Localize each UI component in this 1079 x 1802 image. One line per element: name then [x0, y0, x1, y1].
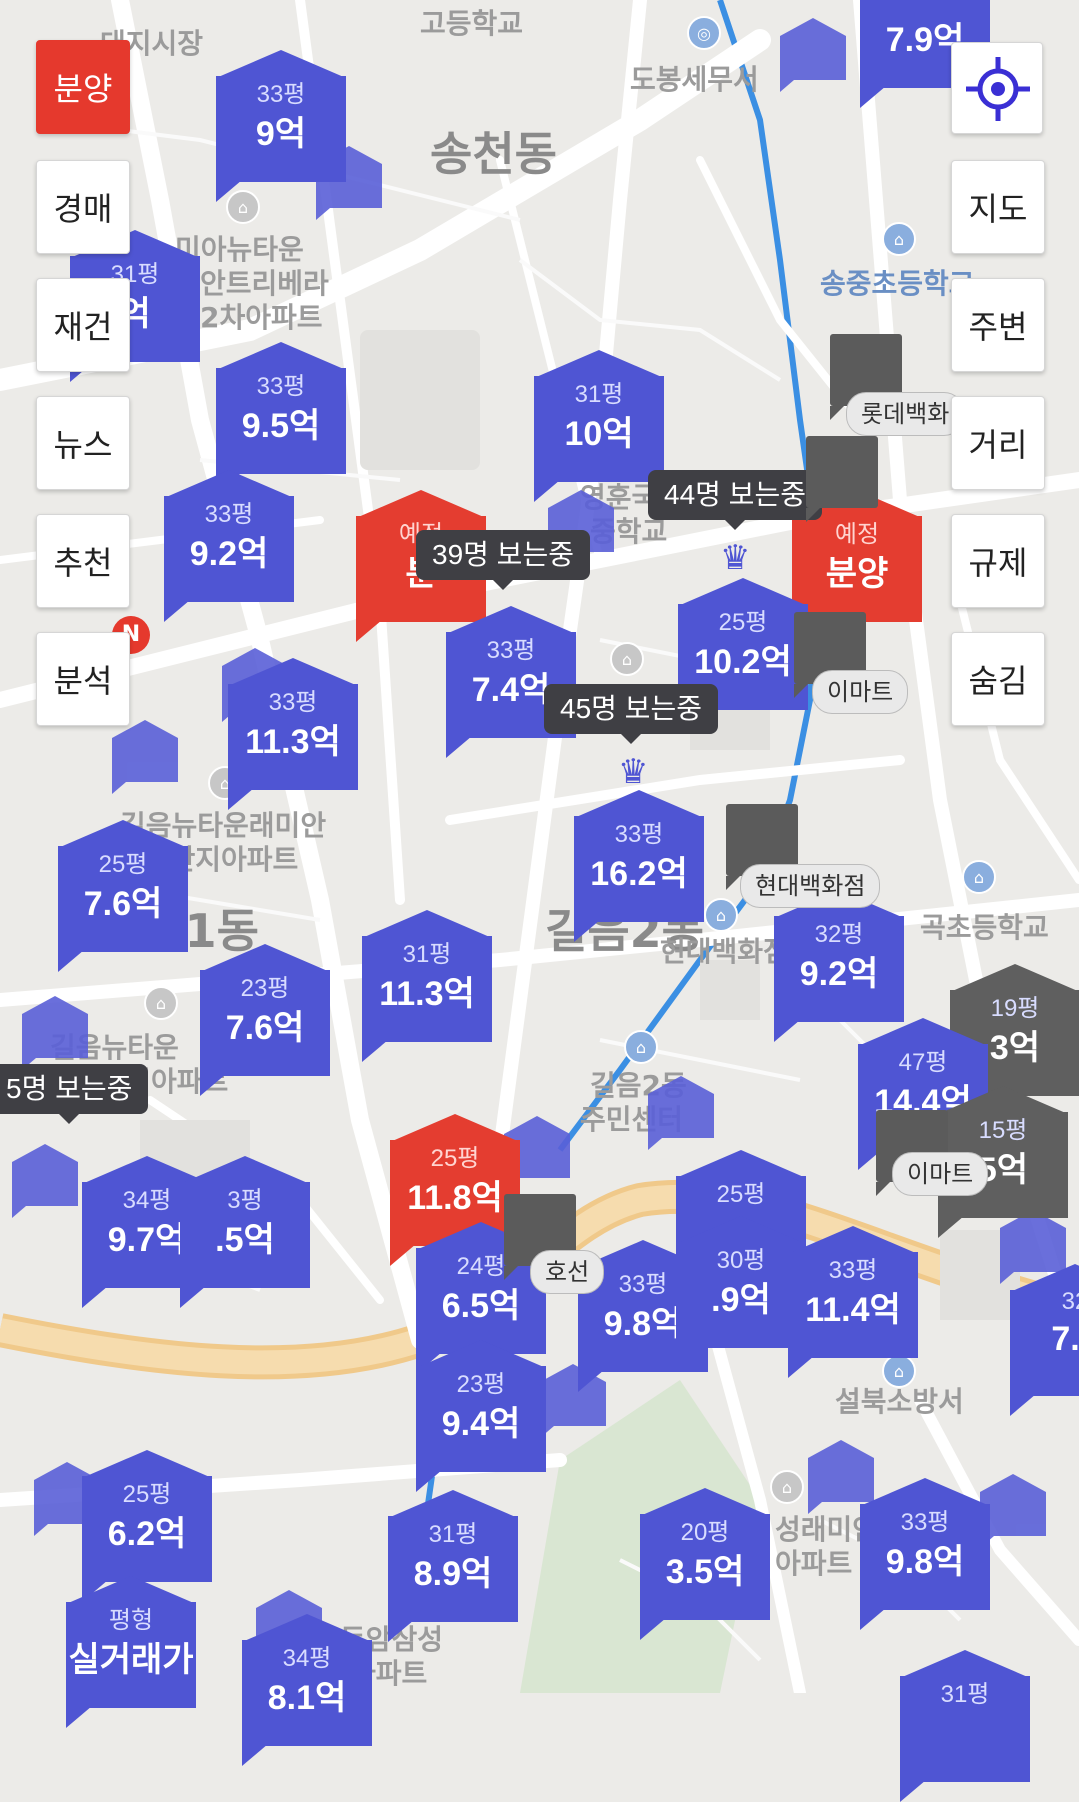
place-label: 아파트: [775, 1547, 853, 1580]
price-marker[interactable]: 31평: [900, 1650, 1030, 1802]
price-marker[interactable]: 327.3: [1010, 1264, 1079, 1416]
viewers-bubble: 44명 보는중: [648, 470, 822, 530]
government-poi-icon: ⌂: [624, 1030, 658, 1064]
menu-auction[interactable]: 경매: [36, 160, 130, 254]
menu-analysis[interactable]: 분석: [36, 632, 130, 726]
apartment-poi-icon: ⌂: [144, 986, 178, 1020]
my-location-button[interactable]: [951, 42, 1043, 134]
viewers-bubble: 39명 보는중: [416, 530, 590, 590]
price-marker[interactable]: 30평 .9억: [676, 1216, 806, 1368]
place-label: 2차아파트: [200, 301, 323, 334]
price-marker[interactable]: 33평 9.8억: [860, 1478, 990, 1630]
price-marker[interactable]: 33평 9.2억: [164, 470, 294, 622]
tax-office-poi-icon: ◎: [687, 16, 721, 50]
subway-icon[interactable]: [806, 436, 878, 522]
price-marker[interactable]: 23평 9.4억: [416, 1340, 546, 1492]
price-marker[interactable]: 3평 .5억: [180, 1156, 310, 1308]
price-marker[interactable]: 34평 8.1억: [242, 1614, 372, 1766]
price-marker[interactable]: 33평 16.2억: [574, 790, 704, 942]
place-label: 도봉세무서: [630, 63, 759, 96]
menu-map-type[interactable]: 지도: [951, 160, 1045, 254]
menu-news[interactable]: 뉴스: [36, 396, 130, 490]
viewers-bubble: 45명 보는중: [544, 684, 718, 744]
crown-icon: ♛: [720, 538, 751, 578]
legend-marker: 평형 실거래가: [66, 1576, 196, 1728]
price-marker[interactable]: 20평 3.5억: [640, 1488, 770, 1640]
school-poi-icon: ⌂: [962, 860, 996, 894]
price-marker[interactable]: 25평 7.6억: [58, 820, 188, 972]
cluster-marker[interactable]: [112, 720, 178, 794]
store-label[interactable]: 이마트: [812, 670, 909, 714]
price-marker[interactable]: 33평 11.3억: [228, 658, 358, 810]
menu-hide[interactable]: 숨김: [951, 632, 1045, 726]
apartment-poi-icon: ⌂: [770, 1470, 804, 1504]
viewers-bubble: 5명 보는중: [0, 1064, 149, 1124]
department-store-poi-icon: ⌂: [704, 898, 738, 932]
menu-presale[interactable]: 분양: [36, 40, 130, 134]
crown-icon: ♛: [618, 752, 649, 792]
menu-nearby[interactable]: 주변: [951, 278, 1045, 372]
cluster-marker[interactable]: [648, 1076, 714, 1150]
price-marker[interactable]: 33평 11.4억: [788, 1226, 918, 1378]
menu-reconstruction[interactable]: 재건: [36, 278, 130, 372]
district-label-songcheon: 송천동: [430, 127, 557, 181]
menu-distance[interactable]: 거리: [951, 396, 1045, 490]
place-label: 곡초등학교: [920, 911, 1049, 944]
apartment-poi-icon: ⌂: [610, 642, 644, 676]
cluster-marker[interactable]: [22, 996, 88, 1070]
place-label: 고등학교: [420, 7, 524, 40]
price-marker[interactable]: 31평 11.3억: [362, 910, 492, 1062]
school-poi-icon: ⌂: [882, 222, 916, 256]
store-label[interactable]: 현대백화점: [740, 864, 881, 908]
menu-recommend[interactable]: 추천: [36, 514, 130, 608]
cluster-marker[interactable]: [780, 18, 846, 92]
price-marker[interactable]: 33평 9억: [216, 50, 346, 202]
store-label[interactable]: 롯데백화: [846, 392, 965, 436]
price-marker[interactable]: 31평 10억: [534, 350, 664, 502]
menu-regulation[interactable]: 규제: [951, 514, 1045, 608]
cluster-marker[interactable]: [12, 1144, 78, 1218]
location-target-icon: [966, 57, 1030, 121]
store-label[interactable]: 이마트: [892, 1152, 989, 1196]
price-marker[interactable]: 23평 7.6억: [200, 944, 330, 1096]
station-label[interactable]: 호선: [530, 1250, 605, 1294]
price-marker[interactable]: 31평 8.9억: [388, 1490, 518, 1642]
